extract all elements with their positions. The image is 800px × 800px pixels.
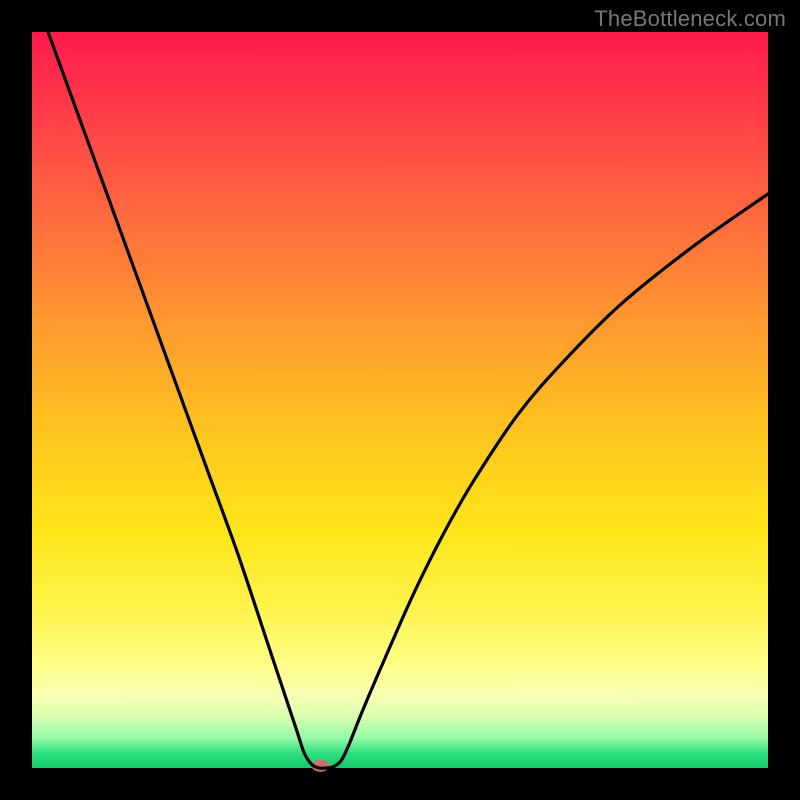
watermark-text: TheBottleneck.com bbox=[594, 6, 786, 32]
bottleneck-curve-path bbox=[32, 0, 768, 768]
chart-layer bbox=[32, 0, 768, 772]
bottleneck-chart bbox=[32, 32, 768, 768]
outer-frame: TheBottleneck.com bbox=[0, 0, 800, 800]
